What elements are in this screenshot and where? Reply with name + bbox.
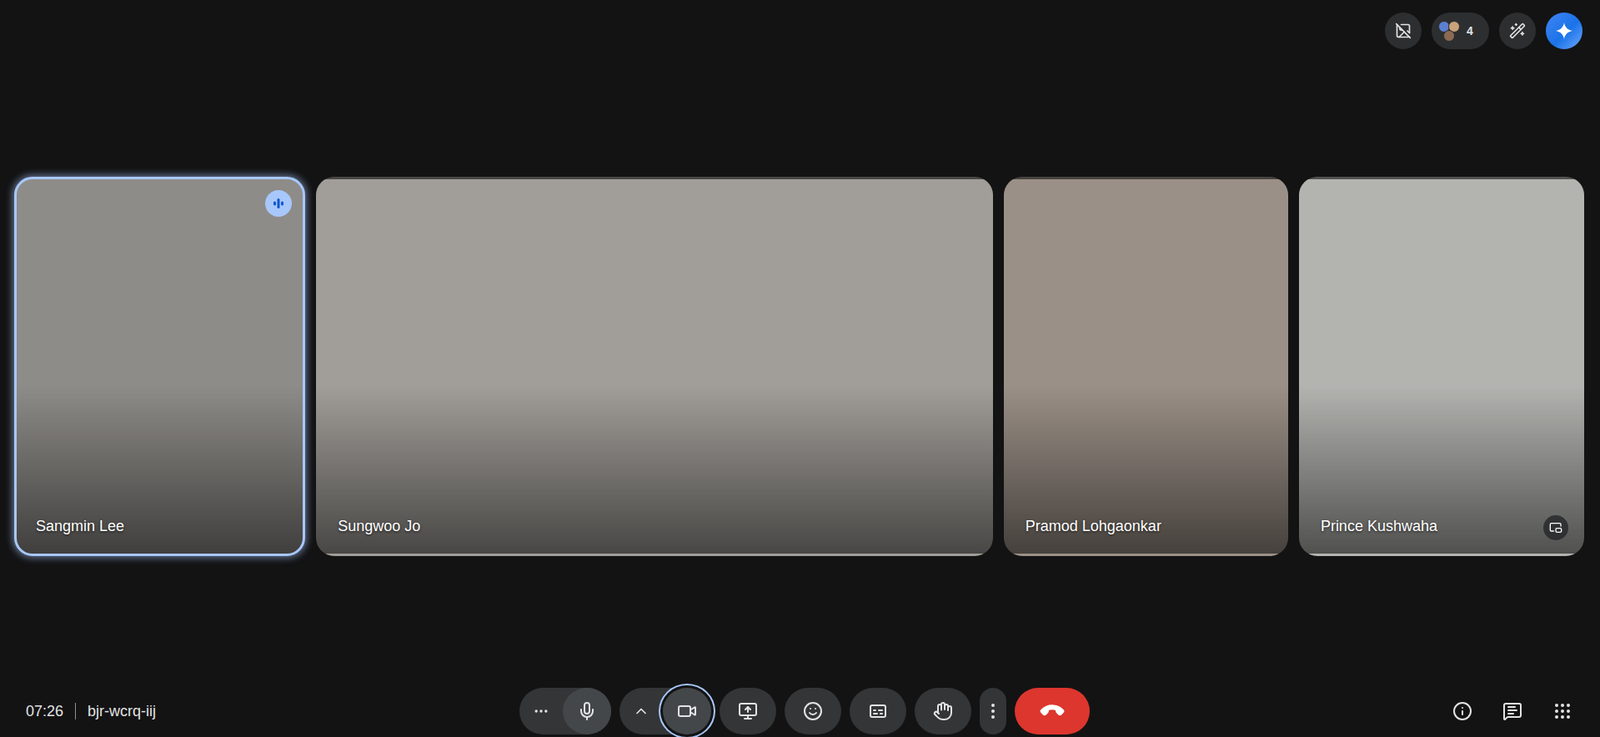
speaking-icon	[271, 196, 286, 211]
background-effects-button[interactable]	[1384, 12, 1422, 50]
reactions-button[interactable]	[784, 687, 842, 735]
participant-count: 4	[1466, 24, 1474, 38]
participant-name: Sungwoo Jo	[337, 517, 944, 536]
mic-button[interactable]	[562, 687, 612, 735]
audio-control	[519, 687, 612, 735]
chat-button[interactable]	[1492, 691, 1533, 732]
smile-icon	[802, 701, 823, 722]
meeting-info: 07:26 bjr-wcrq-iij	[25, 702, 520, 721]
raise-hand-button[interactable]	[914, 687, 972, 735]
present-screen-icon	[737, 701, 758, 722]
mic-icon	[576, 701, 597, 722]
participants-button[interactable]: 4	[1431, 12, 1490, 50]
participant-tile[interactable]: Pramod Lohgaonkar	[1003, 176, 1289, 557]
gemini-button[interactable]	[1545, 12, 1583, 50]
participant-name: Sangmin Lee	[35, 517, 256, 536]
bottom-bar: 07:26 bjr-wcrq-iij	[0, 685, 1600, 737]
info-icon	[1452, 701, 1473, 722]
camera-button[interactable]	[662, 687, 712, 735]
top-bar: 4	[0, 0, 1600, 62]
picture-in-picture-icon	[1549, 521, 1563, 535]
chevron-up-icon	[632, 702, 650, 720]
video-control	[619, 687, 712, 735]
ellipsis-icon	[532, 702, 550, 720]
meet-window: 4 Sangmin Lee Sungwoo Jo Pramod Lohgaonkar P…	[0, 0, 1600, 737]
participant-tile[interactable]: Sungwoo Jo	[315, 176, 994, 557]
speaking-indicator	[265, 190, 292, 217]
meeting-code: bjr-wcrq-iij	[87, 702, 156, 721]
camera-icon	[677, 701, 698, 722]
self-view-button[interactable]	[1543, 515, 1569, 541]
tile-grid: Sangmin Lee Sungwoo Jo Pramod Lohgaonkar Pr…	[14, 176, 1585, 557]
wand-sparkles-icon	[1509, 22, 1526, 40]
meeting-details-button[interactable]	[1442, 691, 1483, 732]
grid-icon	[1552, 701, 1573, 722]
chat-icon	[1502, 701, 1523, 722]
participant-tile[interactable]: Prince Kushwaha	[1299, 176, 1585, 557]
captions-icon	[867, 701, 888, 722]
activities-button[interactable]	[1542, 691, 1583, 732]
hand-icon	[932, 701, 953, 722]
end-call-icon	[1038, 697, 1067, 726]
audio-options-button[interactable]	[519, 687, 563, 735]
avatars-icon	[1438, 19, 1462, 43]
notes-button[interactable]	[1499, 12, 1536, 50]
stage: Sangmin Lee Sungwoo Jo Pramod Lohgaonkar Pr…	[0, 61, 1600, 686]
gemini-icon	[1554, 20, 1575, 41]
participant-tile[interactable]: Sangmin Lee	[14, 176, 306, 557]
participant-name: Prince Kushwaha	[1320, 517, 1535, 536]
call-controls	[519, 687, 1090, 735]
image-off-icon	[1394, 22, 1412, 40]
present-button[interactable]	[719, 687, 777, 735]
side-buttons	[1442, 691, 1583, 732]
captions-button[interactable]	[849, 687, 907, 735]
more-vertical-icon	[983, 701, 1004, 722]
video-options-button[interactable]	[619, 687, 663, 735]
divider	[75, 702, 76, 720]
participant-name: Pramod Lohgaonkar	[1025, 517, 1239, 536]
leave-call-button[interactable]	[1014, 687, 1090, 735]
meeting-time: 07:26	[25, 702, 64, 721]
more-options-button[interactable]	[979, 687, 1007, 735]
